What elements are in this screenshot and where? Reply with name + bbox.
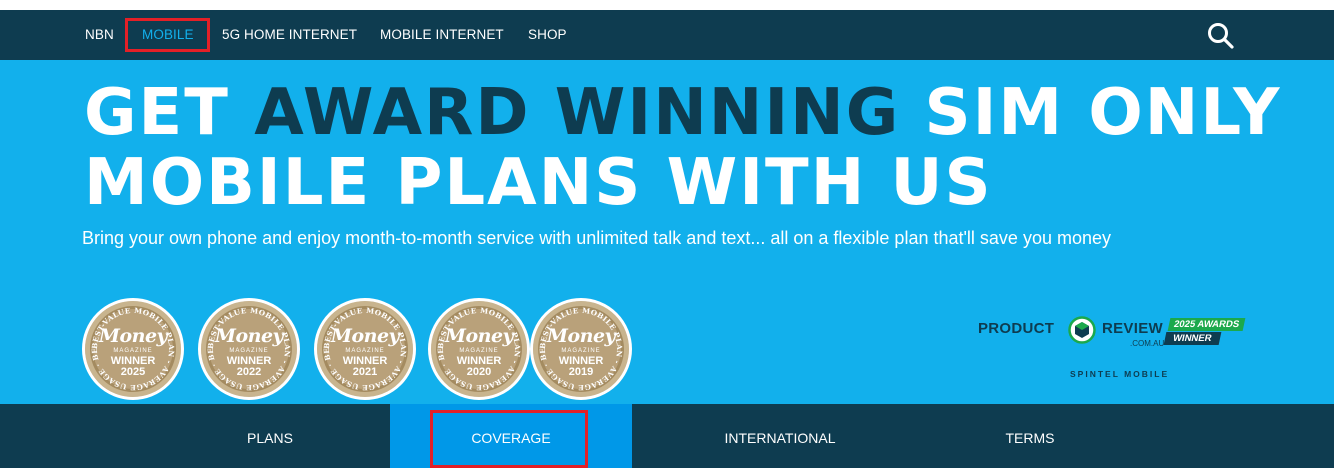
medal-title: Money — [98, 325, 168, 347]
product-review-awards-label: 2025 AWARDS — [1167, 318, 1246, 331]
nav-item-mobile[interactable]: MOBILE — [142, 10, 194, 60]
money-magazine-medal-2022: BEST-VALUE MOBILE PLAN - AVERAGE USAGE ·… — [198, 298, 300, 400]
medal-subtitle: MAGAZINE — [345, 348, 385, 354]
medal-title: Money — [330, 325, 400, 347]
money-magazine-medal-2021: BEST-VALUE MOBILE PLAN - AVERAGE USAGE ·… — [314, 298, 416, 400]
tab-international[interactable]: INTERNATIONAL — [660, 404, 900, 468]
mobile-sub-navigation: PLANS COVERAGE INTERNATIONAL TERMS — [0, 404, 1334, 468]
hero-subtitle: Bring your own phone and enjoy month-to-… — [82, 228, 1111, 248]
money-magazine-medal-2025: BEST-VALUE MOBILE PLAN - AVERAGE USAGE ·… — [82, 298, 184, 400]
hero-headline: GET AWARD WINNING SIM ONLY MOBILE PLANS … — [84, 78, 1282, 218]
medal-title: Money — [546, 325, 616, 347]
product-review-word-product: PRODUCT — [978, 320, 1055, 337]
product-review-winner-label: WINNER — [1163, 332, 1221, 345]
top-navigation: NBN MOBILE 5G HOME INTERNET MOBILE INTER… — [0, 10, 1334, 60]
money-magazine-medal-2019: BEST-VALUE MOBILE PLAN - AVERAGE USAGE ·… — [530, 298, 632, 400]
money-magazine-medal-2020: BEST-VALUE MOBILE PLAN - AVERAGE USAGE ·… — [428, 298, 530, 400]
medal-winner-label: WINNER 2019 — [558, 355, 604, 378]
search-icon — [1208, 23, 1234, 49]
product-review-company: SPINTEL MOBILE — [1070, 369, 1170, 379]
nav-item-nbn[interactable]: NBN — [85, 10, 114, 60]
tab-terms[interactable]: TERMS — [920, 404, 1140, 468]
medal-winner-label: WINNER 2020 — [456, 355, 502, 378]
headline-part-award-winning: AWARD WINNING — [254, 76, 901, 150]
headline-part-get: GET — [84, 76, 255, 150]
nav-item-5g-home-internet[interactable]: 5G HOME INTERNET — [222, 10, 357, 60]
search-button[interactable] — [1206, 21, 1236, 51]
medal-title: Money — [444, 325, 514, 347]
medal-winner-label: WINNER 2025 — [110, 355, 156, 378]
medal-subtitle: MAGAZINE — [561, 348, 601, 354]
headline-line-2: MOBILE PLANS WITH US — [84, 146, 993, 220]
product-review-award: PRODUCT REVIEW .COM.AU 2025 AWARDS WINNE… — [978, 316, 1268, 382]
medal-subtitle: MAGAZINE — [113, 348, 153, 354]
product-review-logo-icon — [1068, 316, 1096, 344]
headline-part-sim-only: SIM ONLY — [900, 76, 1282, 150]
hero-banner: GET AWARD WINNING SIM ONLY MOBILE PLANS … — [0, 60, 1334, 404]
product-review-domain: .COM.AU — [1130, 339, 1165, 348]
nav-item-shop[interactable]: SHOP — [528, 10, 567, 60]
product-review-word-review: REVIEW — [1102, 320, 1163, 337]
medal-title: Money — [214, 325, 284, 347]
tab-plans[interactable]: PLANS — [150, 404, 390, 468]
medal-winner-label: WINNER 2022 — [226, 355, 272, 378]
nav-item-mobile-internet[interactable]: MOBILE INTERNET — [380, 10, 504, 60]
medal-winner-label: WINNER 2021 — [342, 355, 388, 378]
medal-subtitle: MAGAZINE — [459, 348, 499, 354]
headline-line-1: GET AWARD WINNING SIM ONLY — [84, 78, 1282, 148]
medal-subtitle: MAGAZINE — [229, 348, 269, 354]
tab-coverage[interactable]: COVERAGE — [390, 404, 632, 468]
